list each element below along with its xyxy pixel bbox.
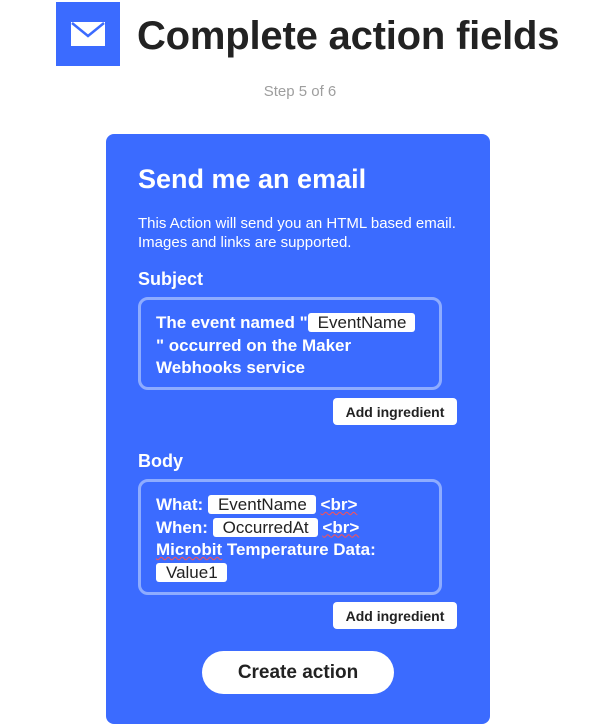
microbit-word: Microbit — [156, 540, 223, 559]
br-tag: <br> — [322, 517, 360, 537]
body-line-what: What: EventName <br> — [156, 494, 439, 517]
action-description: This Action will send you an HTML based … — [138, 215, 456, 251]
subject-add-ingredient-button[interactable]: Add ingredient — [333, 398, 457, 425]
action-title: Send me an email — [138, 164, 367, 194]
subject-text-after: " occurred on the Maker Webhooks service — [156, 335, 352, 378]
body-line-value: Value1 — [156, 562, 439, 585]
envelope-icon — [71, 22, 105, 46]
ingredient-chip-occurredat[interactable]: OccurredAt — [212, 517, 318, 537]
subject-label: Subject — [138, 269, 204, 289]
email-service-icon — [56, 2, 120, 66]
step-indicator: Step 5 of 6 — [263, 83, 337, 100]
ingredient-chip-eventname[interactable]: EventName — [207, 495, 316, 514]
subject-text-before: The event named " — [156, 313, 308, 332]
ingredient-chip-eventname[interactable]: EventName — [307, 313, 416, 332]
body-add-ingredient-button[interactable]: Add ingredient — [333, 602, 457, 629]
body-line-temperature: Microbit Temperature Data: — [156, 539, 439, 562]
page-title: Complete action fields — [137, 14, 560, 58]
body-label: Body — [138, 451, 183, 471]
body-line-when: When: OccurredAt <br> — [156, 517, 439, 540]
body-what-label: What: — [156, 495, 204, 514]
action-card: Send me an email This Action will send y… — [106, 134, 490, 724]
body-when-label: When: — [156, 517, 208, 537]
temperature-text: Temperature Data: — [226, 540, 376, 559]
create-action-button[interactable]: Create action — [202, 651, 394, 694]
br-tag: <br> — [320, 495, 358, 514]
ingredient-chip-value1[interactable]: Value1 — [156, 562, 227, 582]
page-header: Complete action fields Step 5 of 6 — [0, 0, 600, 100]
subject-field[interactable]: The event named " EventName " occurred on… — [138, 297, 442, 390]
body-field[interactable]: What: EventName <br> When: OccurredAt <b… — [138, 479, 442, 595]
